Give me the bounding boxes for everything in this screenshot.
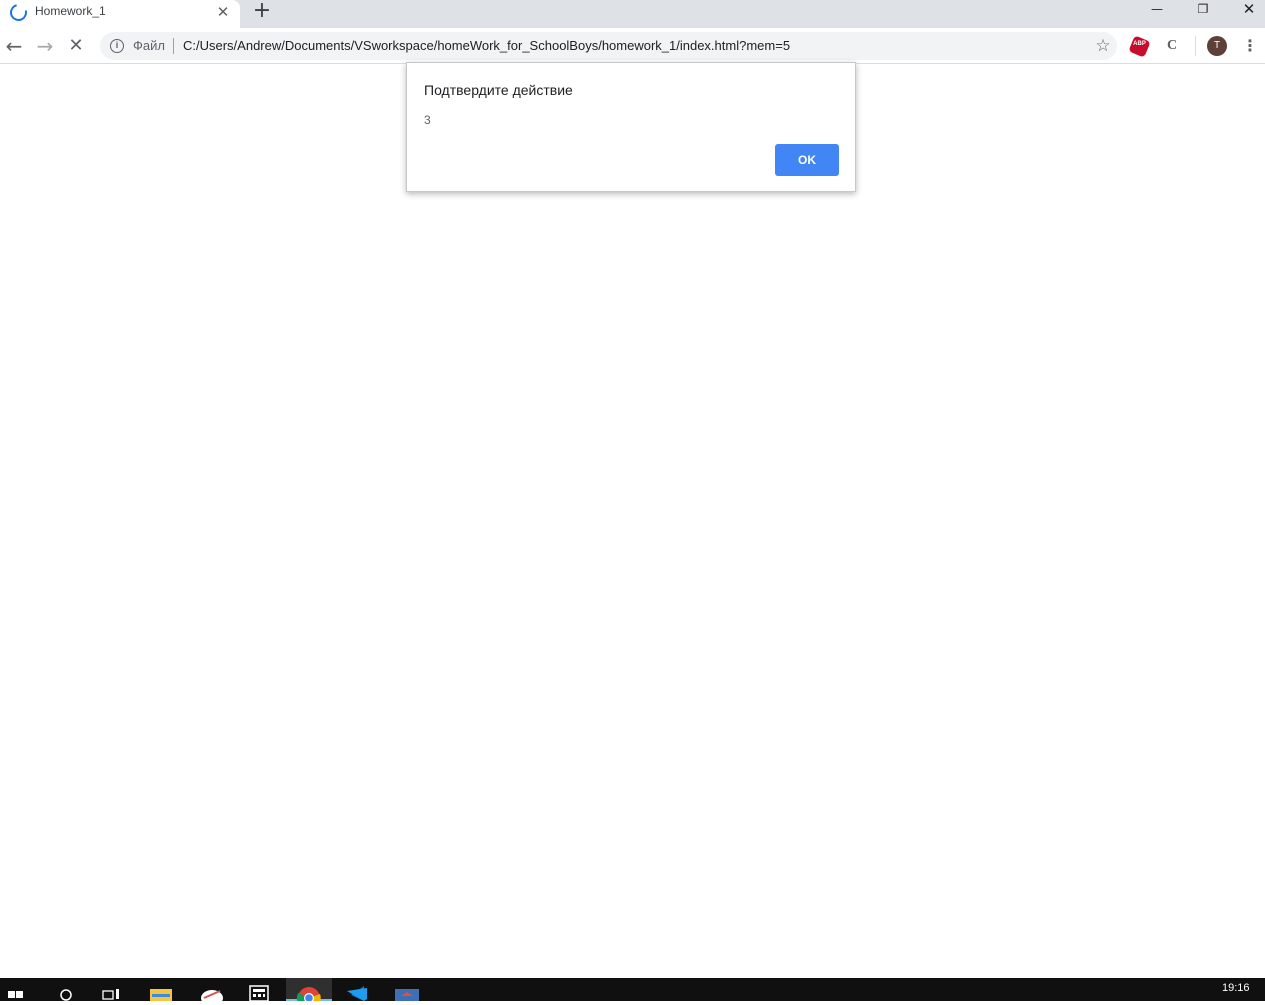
maximize-button[interactable]: ❐: [1180, 0, 1226, 20]
app2-icon[interactable]: [382, 978, 428, 1001]
vscode-icon[interactable]: [334, 978, 380, 1001]
app-icon[interactable]: [190, 978, 236, 1005]
taskbar-clock[interactable]: 19:16: [1222, 982, 1250, 994]
search-icon[interactable]: [46, 978, 92, 1001]
close-window-button[interactable]: ✕: [1226, 0, 1265, 20]
browser-toolbar: ← → ✕ i Файл C:/Users/Andrew/Documents/V…: [0, 28, 1265, 64]
tab-strip: Homework_1 ✕ + — ❐ ✕: [0, 0, 1265, 28]
alert-dialog: Подтвердите действие 3 OK: [406, 62, 856, 192]
start-icon[interactable]: [0, 978, 46, 1001]
ok-button[interactable]: OK: [775, 144, 839, 176]
stop-loading-button[interactable]: ✕: [62, 32, 90, 60]
forward-button[interactable]: →: [31, 32, 59, 60]
profile-avatar[interactable]: T: [1207, 36, 1227, 56]
task-view-icon[interactable]: [92, 978, 138, 1001]
page-content: [0, 65, 1265, 978]
adblock-extension-label: ABP: [1133, 41, 1146, 47]
url-text[interactable]: C:/Users/Andrew/Documents/VSworkspace/ho…: [183, 38, 790, 53]
toolbar-divider: [1195, 36, 1196, 56]
calculator-icon[interactable]: [236, 978, 282, 1002]
minimize-button[interactable]: —: [1134, 0, 1180, 20]
loading-spinner-icon: [6, 0, 31, 25]
c-extension-icon[interactable]: C: [1162, 36, 1182, 56]
address-bar[interactable]: i Файл C:/Users/Andrew/Documents/VSworks…: [100, 32, 1117, 60]
chrome-icon[interactable]: [286, 978, 332, 1005]
dialog-message: 3: [424, 113, 431, 127]
tab-close-icon[interactable]: ✕: [214, 3, 232, 21]
browser-menu-icon[interactable]: ⋮: [1240, 32, 1260, 60]
bookmark-star-icon[interactable]: ☆: [1091, 34, 1115, 58]
tab-homework[interactable]: Homework_1 ✕: [0, 0, 240, 28]
windows-taskbar: 19:16: [0, 978, 1265, 1005]
info-icon[interactable]: i: [110, 39, 124, 53]
back-button[interactable]: ←: [0, 32, 28, 60]
scheme-label[interactable]: Файл: [133, 38, 165, 53]
omnibox-divider: [173, 38, 174, 54]
file-explorer-icon[interactable]: [138, 978, 184, 1001]
new-tab-button[interactable]: +: [250, 0, 274, 24]
dialog-title: Подтвердите действие: [424, 82, 573, 98]
tab-title: Homework_1: [35, 4, 106, 18]
